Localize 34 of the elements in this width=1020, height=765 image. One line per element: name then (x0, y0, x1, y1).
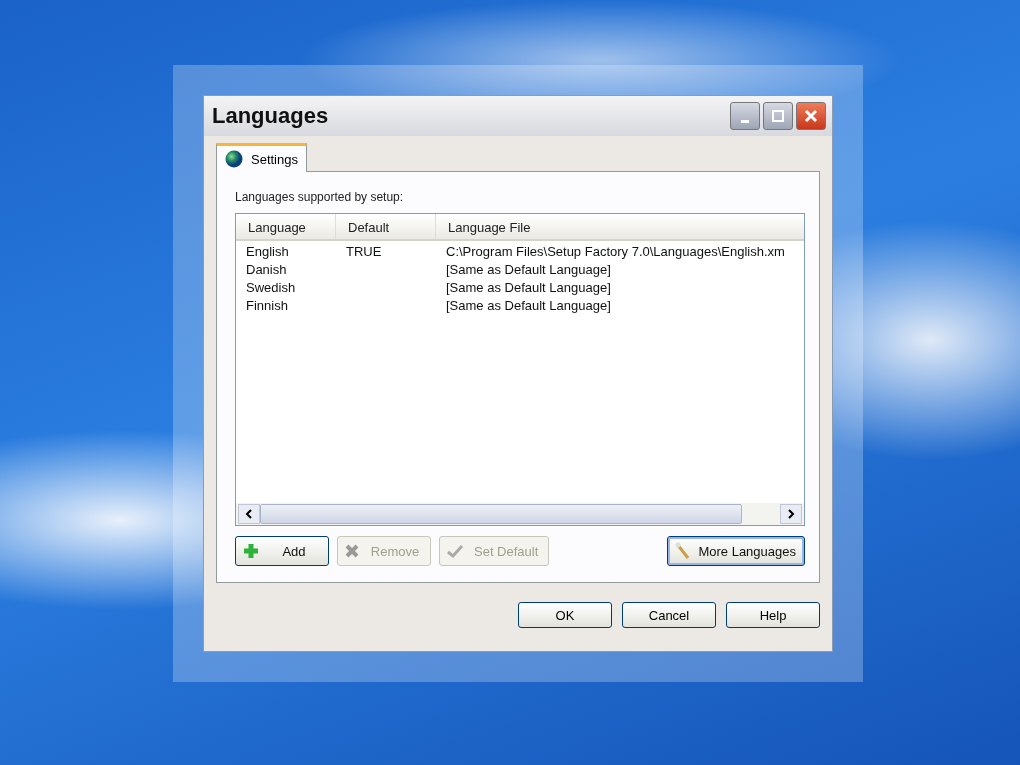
check-icon (446, 543, 464, 559)
dialog-button[interactable]: OK (518, 602, 612, 628)
globe-icon (225, 150, 243, 168)
table-cell: TRUE (346, 243, 382, 259)
plus-icon (242, 542, 260, 560)
add-button[interactable]: Add (235, 536, 329, 566)
table-cell: [Same as Default Language] (446, 279, 611, 295)
window-title: Languages (212, 103, 330, 129)
table-cell: [Same as Default Language] (446, 261, 611, 277)
table-cell: Swedish (246, 279, 296, 295)
table-cell: C:\Program Files\Setup Factory 7.0\Languages\English.xm (446, 243, 785, 259)
scroll-thumb[interactable] (260, 504, 742, 524)
table-cell: Finnish (246, 297, 288, 313)
table-cell: Danish (246, 261, 287, 277)
column-header[interactable]: Language (236, 214, 336, 239)
minimize-button[interactable] (730, 102, 760, 130)
settings-tab[interactable]: Settings (216, 143, 307, 172)
maximize-button[interactable] (763, 102, 793, 130)
horizontal-scrollbar[interactable] (236, 503, 804, 525)
x-icon (344, 543, 360, 559)
table-cell: [Same as Default Language] (446, 297, 611, 313)
scroll-left-button[interactable] (238, 504, 260, 524)
close-button[interactable] (796, 102, 826, 130)
column-header[interactable]: Default (336, 214, 436, 239)
close-icon (804, 109, 818, 123)
dialog-button[interactable]: Help (726, 602, 820, 628)
more-languages-button[interactable]: More Languages (667, 536, 805, 566)
maximize-icon (771, 109, 785, 123)
minimize-icon (741, 119, 749, 123)
dialog-button[interactable]: Cancel (622, 602, 716, 628)
table-cell: English (246, 243, 289, 259)
list-label: Languages supported by setup: (235, 190, 405, 204)
column-header[interactable]: Language File (436, 214, 804, 239)
scroll-right-button[interactable] (780, 504, 802, 524)
